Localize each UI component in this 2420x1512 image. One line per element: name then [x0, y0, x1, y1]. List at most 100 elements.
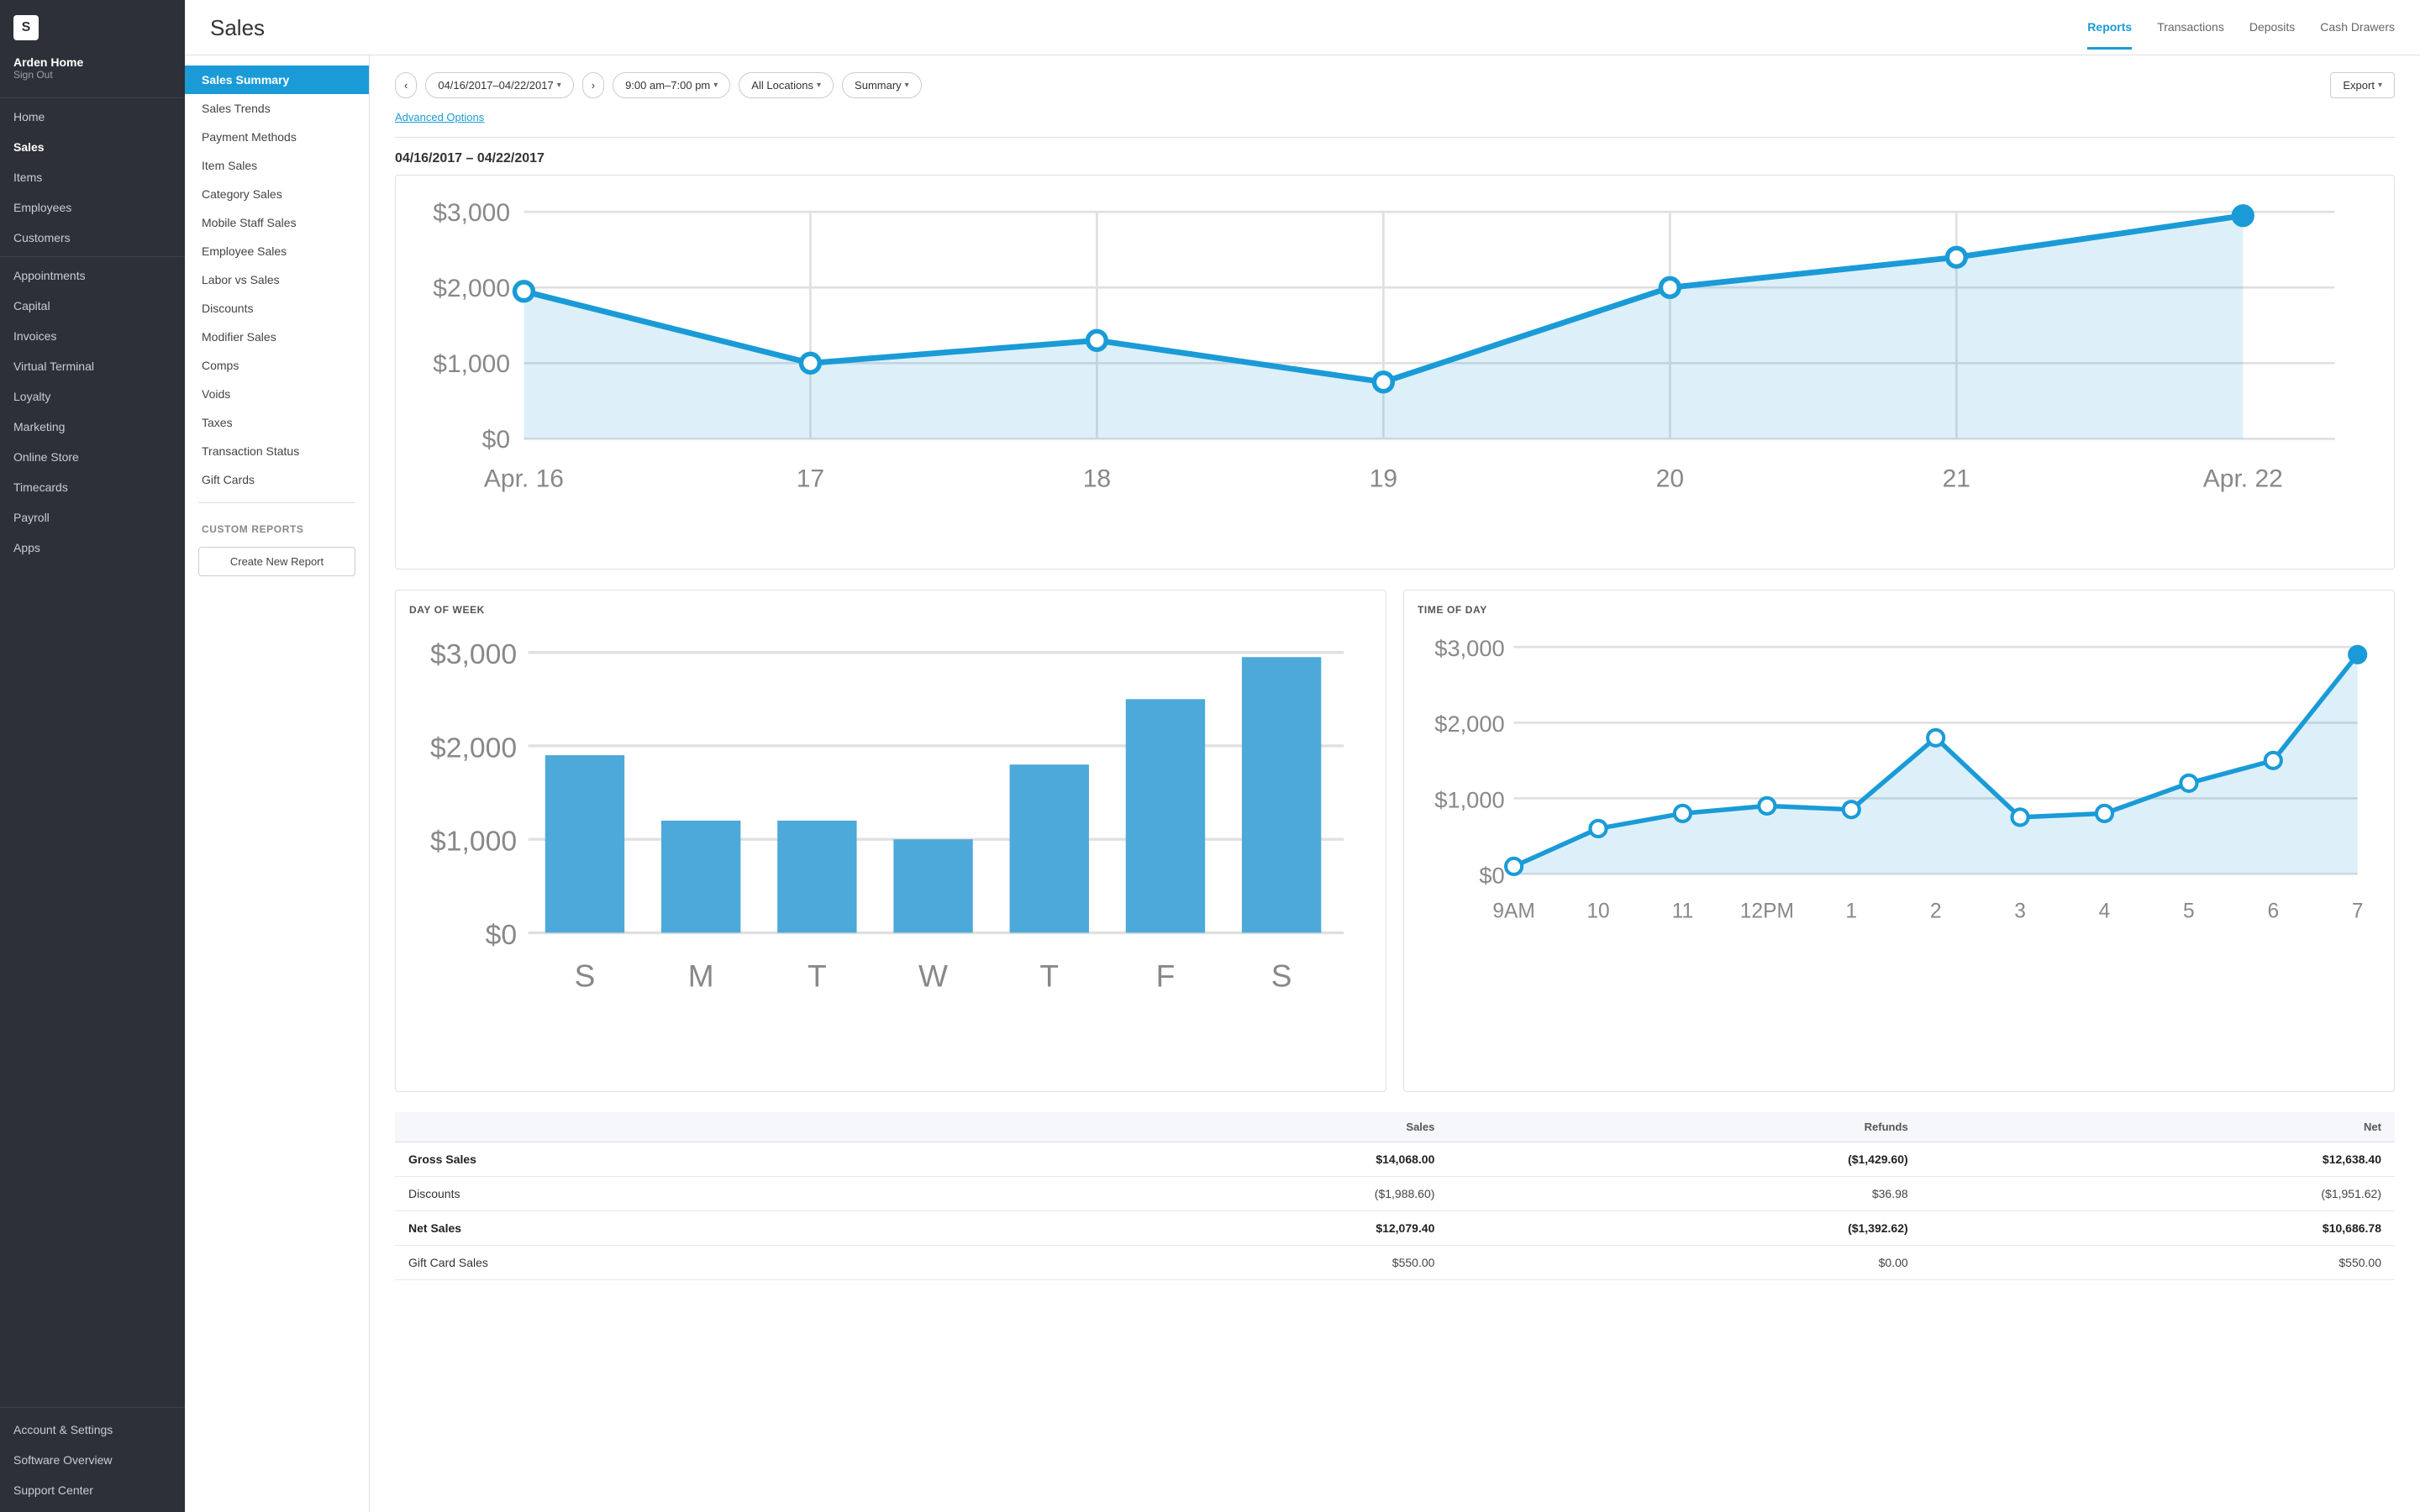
main-chart: $3,000 $2,000 $1,000 $0 — [395, 175, 2395, 570]
sidebar-item-timecards[interactable]: Timecards — [0, 472, 185, 502]
sidebar-item-customers[interactable]: Customers — [0, 223, 185, 253]
prev-arrow-icon: ‹ — [404, 79, 408, 92]
sidebar-item-appointments[interactable]: Appointments — [0, 260, 185, 291]
table-cell-net: $10,686.78 — [1922, 1210, 2395, 1245]
svg-text:F: F — [1156, 958, 1176, 994]
prev-date-button[interactable]: ‹ — [395, 72, 417, 98]
svg-text:21: 21 — [1943, 465, 1970, 493]
main-chart-svg: $3,000 $2,000 $1,000 $0 — [409, 189, 2381, 555]
summary-button[interactable]: Summary ▾ — [842, 72, 922, 98]
svg-text:9AM: 9AM — [1492, 900, 1534, 923]
sidebar-item-home[interactable]: Home — [0, 102, 185, 132]
tab-cash-drawers[interactable]: Cash Drawers — [2320, 20, 2395, 50]
date-range-button[interactable]: 04/16/2017–04/22/2017 ▾ — [425, 72, 573, 98]
sidebar-item-marketing[interactable]: Marketing — [0, 412, 185, 442]
sign-out-link[interactable]: Sign Out — [13, 69, 171, 81]
date-range-header: 04/16/2017 – 04/22/2017 — [395, 151, 2395, 166]
sidebar-item-software-overview[interactable]: Software Overview — [0, 1445, 185, 1475]
svg-text:20: 20 — [1656, 465, 1684, 493]
left-nav-mobile-staff-sales[interactable]: Mobile Staff Sales — [185, 208, 369, 237]
page-title: Sales — [210, 15, 265, 55]
sidebar-item-capital[interactable]: Capital — [0, 291, 185, 321]
report-area: ‹ 04/16/2017–04/22/2017 ▾ › 9:00 am–7:00… — [370, 55, 2420, 1512]
export-chevron: ▾ — [2378, 81, 2382, 90]
sidebar-item-employees[interactable]: Employees — [0, 192, 185, 223]
table-cell-label: Gift Card Sales — [395, 1245, 975, 1279]
tab-transactions[interactable]: Transactions — [2157, 20, 2224, 50]
sidebar-item-virtual-terminal[interactable]: Virtual Terminal — [0, 351, 185, 381]
left-nav-sales-trends[interactable]: Sales Trends — [185, 94, 369, 123]
svg-text:12PM: 12PM — [1740, 900, 1794, 923]
sidebar: S Arden Home Sign Out Home Sales Items E… — [0, 0, 185, 1512]
logo-icon: S — [22, 20, 31, 35]
time-of-day-chart: TIME OF DAY $3,000 $2,000 $1,000 $0 — [1403, 590, 2395, 1091]
table-cell-refunds: ($1,392.62) — [1448, 1210, 1921, 1245]
sidebar-logo: S — [0, 0, 185, 49]
tab-deposits[interactable]: Deposits — [2249, 20, 2295, 50]
next-arrow-icon: › — [592, 79, 595, 92]
svg-text:17: 17 — [797, 465, 824, 493]
date-range-chevron: ▾ — [557, 81, 561, 90]
svg-text:T: T — [1039, 958, 1059, 994]
left-nav-voids[interactable]: Voids — [185, 380, 369, 408]
table-cell-label: Gross Sales — [395, 1142, 975, 1176]
svg-text:11: 11 — [1672, 900, 1693, 923]
sidebar-item-payroll[interactable]: Payroll — [0, 502, 185, 533]
svg-text:$1,000: $1,000 — [433, 350, 510, 378]
time-range-button[interactable]: 9:00 am–7:00 pm ▾ — [613, 72, 730, 98]
table-cell-sales: $14,068.00 — [975, 1142, 1448, 1176]
svg-text:10: 10 — [1586, 900, 1609, 923]
time-range-label: 9:00 am–7:00 pm — [625, 79, 710, 92]
locations-button[interactable]: All Locations ▾ — [739, 72, 834, 98]
create-new-report-button[interactable]: Create New Report — [198, 547, 355, 576]
next-date-button[interactable]: › — [582, 72, 604, 98]
svg-text:S: S — [575, 958, 596, 994]
svg-text:Apr. 22: Apr. 22 — [2203, 465, 2283, 493]
svg-text:5: 5 — [2183, 900, 2195, 923]
sidebar-item-account-settings[interactable]: Account & Settings — [0, 1415, 185, 1445]
svg-text:$3,000: $3,000 — [433, 199, 510, 227]
advanced-options-link[interactable]: Advanced Options — [395, 111, 484, 123]
left-nav-labor-vs-sales[interactable]: Labor vs Sales — [185, 265, 369, 294]
svg-text:7: 7 — [2352, 900, 2364, 923]
left-nav-item-sales[interactable]: Item Sales — [185, 151, 369, 180]
sidebar-item-support-center[interactable]: Support Center — [0, 1475, 185, 1505]
left-nav-sales-summary[interactable]: Sales Summary — [185, 66, 369, 94]
table-row: Net Sales $12,079.40 ($1,392.62) $10,686… — [395, 1210, 2395, 1245]
top-nav: Reports Transactions Deposits Cash Drawe… — [2087, 20, 2395, 50]
left-nav-gift-cards[interactable]: Gift Cards — [185, 465, 369, 494]
sidebar-item-invoices[interactable]: Invoices — [0, 321, 185, 351]
left-nav-category-sales[interactable]: Category Sales — [185, 180, 369, 208]
table-header-sales: Sales — [975, 1112, 1448, 1142]
left-nav-taxes[interactable]: Taxes — [185, 408, 369, 437]
day-of-week-chart: DAY OF WEEK $3,000 $2,000 $1,000 $0 — [395, 590, 1386, 1091]
svg-text:$2,000: $2,000 — [1434, 711, 1504, 738]
table-cell-net: $12,638.40 — [1922, 1142, 2395, 1176]
left-nav-transaction-status[interactable]: Transaction Status — [185, 437, 369, 465]
time-of-day-svg: $3,000 $2,000 $1,000 $0 — [1418, 624, 2381, 991]
table-cell-sales: ($1,988.60) — [975, 1176, 1448, 1210]
sidebar-item-online-store[interactable]: Online Store — [0, 442, 185, 472]
left-nav-discounts[interactable]: Discounts — [185, 294, 369, 323]
svg-text:$0: $0 — [482, 426, 510, 454]
export-button[interactable]: Export ▾ — [2330, 72, 2395, 98]
summary-label: Summary — [855, 79, 902, 92]
time-of-day-title: TIME OF DAY — [1418, 604, 2381, 616]
sidebar-item-items[interactable]: Items — [0, 162, 185, 192]
left-nav-payment-methods[interactable]: Payment Methods — [185, 123, 369, 151]
left-nav-employee-sales[interactable]: Employee Sales — [185, 237, 369, 265]
svg-text:$3,000: $3,000 — [430, 639, 517, 671]
left-nav-modifier-sales[interactable]: Modifier Sales — [185, 323, 369, 351]
table-header-label — [395, 1112, 975, 1142]
sidebar-item-loyalty[interactable]: Loyalty — [0, 381, 185, 412]
svg-text:$1,000: $1,000 — [430, 826, 517, 858]
sidebar-item-sales[interactable]: Sales — [0, 132, 185, 162]
sidebar-item-apps[interactable]: Apps — [0, 533, 185, 563]
locations-label: All Locations — [751, 79, 813, 92]
table-cell-net: ($1,951.62) — [1922, 1176, 2395, 1210]
tab-reports[interactable]: Reports — [2087, 20, 2132, 50]
custom-reports-label: CUSTOM REPORTS — [185, 512, 369, 540]
table-row: Gross Sales $14,068.00 ($1,429.60) $12,6… — [395, 1142, 2395, 1176]
svg-text:3: 3 — [2014, 900, 2026, 923]
left-nav-comps[interactable]: Comps — [185, 351, 369, 380]
